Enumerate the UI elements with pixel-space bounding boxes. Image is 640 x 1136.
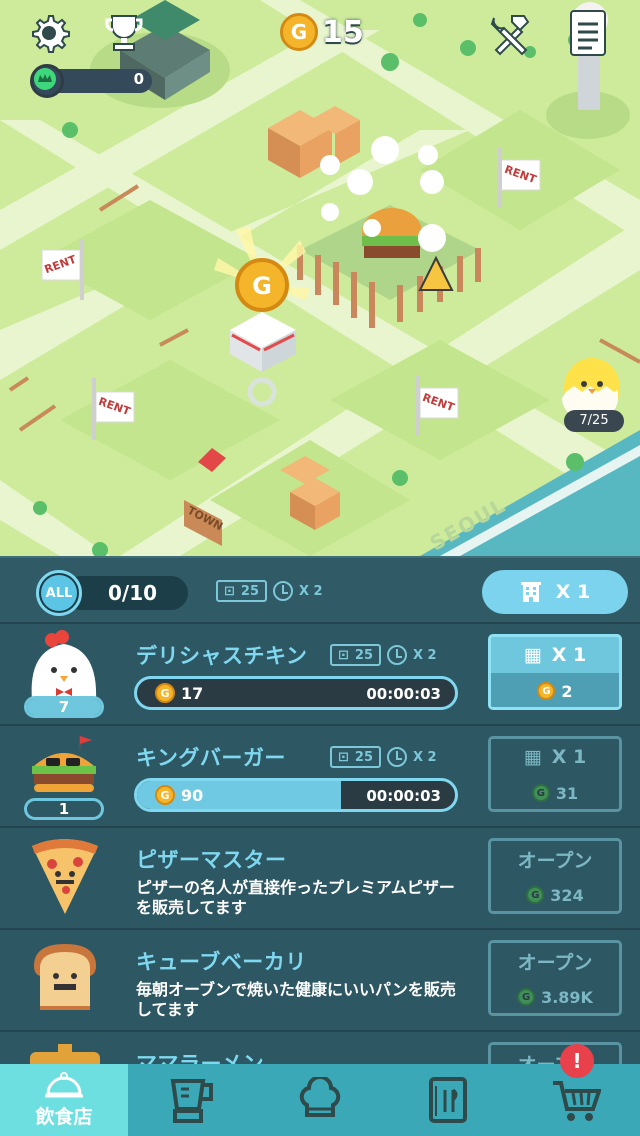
cloche-icon: [45, 1071, 83, 1097]
income-timer: 00:00:03: [366, 685, 441, 703]
income-progress-bar[interactable]: G 90 00:00:03: [134, 778, 458, 812]
level-badge: 7: [24, 696, 104, 718]
lock-stat: ⊡ 25: [330, 746, 381, 768]
restaurant-row-pizza[interactable]: ピザーマスター ピザーの名人が直接作ったプレミアムピザーを販売してます オープン…: [0, 828, 640, 930]
upgrade-button[interactable]: ▦ X 1 G 31: [488, 736, 622, 812]
lock-stat: ⊡ 25: [216, 580, 267, 602]
restaurant-name: キングバーガー: [136, 746, 286, 770]
multiplier-value: X 1: [555, 581, 591, 603]
egg-reward[interactable]: 7/25: [560, 356, 630, 432]
lock-stat: ⊡ 25: [330, 644, 381, 666]
coin-icon: G: [526, 886, 545, 904]
coin-icon: G: [517, 988, 536, 1006]
svg-text:G: G: [252, 272, 272, 300]
crown-icon: [30, 64, 64, 98]
lock-icon: ⊡: [224, 583, 235, 599]
tab-chef[interactable]: [256, 1064, 384, 1136]
settings-icon[interactable]: [28, 12, 72, 56]
coin-icon: G: [531, 784, 550, 802]
filter-bar: 0/10 ALL ⊡ 25 X 2 X 1: [0, 556, 640, 624]
open-button[interactable]: オープン G 3.89K: [488, 940, 622, 1016]
building-icon: ▦: [523, 644, 542, 666]
restaurant-stats: ⊡ 25 X 2: [330, 644, 437, 666]
lock-icon: ⊡: [338, 749, 349, 765]
chef-hat-icon: [299, 1077, 341, 1117]
build-tools-icon[interactable]: [488, 12, 536, 58]
coin-icon: G: [155, 683, 175, 703]
restaurant-stats: ⊡ 25 X 2: [330, 746, 437, 768]
open-button[interactable]: オープン G 324: [488, 838, 622, 914]
building-icon: ▦: [523, 746, 542, 768]
open-button[interactable]: オープン: [488, 1042, 622, 1064]
restaurant-row-chicken[interactable]: 7 デリシャスチキン ⊡ 25 X 2 G 17 00:00:03 ▦ X 1 G2: [0, 624, 640, 726]
restaurant-name: キューブベーカリ: [136, 950, 307, 974]
clock-icon: [387, 747, 407, 767]
upgrade-button[interactable]: ▦ X 1 G2: [488, 634, 622, 710]
speed-value: X 2: [413, 749, 437, 765]
tab-blender[interactable]: [128, 1064, 256, 1136]
speed-value: X 2: [299, 583, 323, 599]
all-label: ALL: [41, 575, 77, 611]
pizza-avatar-icon: [22, 834, 108, 918]
speed-value: X 2: [413, 647, 437, 663]
coin-icon: G: [155, 785, 175, 805]
income-value: 90: [181, 785, 204, 805]
chick-egg-icon: [562, 358, 620, 418]
city-map[interactable]: G RENT RENT RENT RENT TOWN SEOUL G 15 0 …: [0, 0, 640, 556]
building-icon: [520, 582, 541, 602]
restaurant-name: ピザーマスター: [136, 848, 287, 872]
income-timer: 00:00:03: [366, 787, 441, 805]
restaurant-row-ramen[interactable]: ママラーメン オープン: [0, 1032, 640, 1064]
all-progress-track: 0/10: [64, 576, 188, 610]
cart-icon: [553, 1081, 601, 1121]
income-value: 17: [181, 683, 204, 703]
restaurant-name: ママラーメン: [136, 1052, 265, 1064]
lock-value: 25: [240, 583, 259, 599]
blender-icon: [170, 1079, 213, 1123]
coin-icon: G: [537, 682, 556, 700]
crown-points: 0: [133, 70, 144, 88]
global-multiplier-button[interactable]: X 1: [482, 570, 628, 614]
egg-progress: 7/25: [564, 410, 624, 432]
level-badge: 1: [24, 798, 104, 820]
ramen-avatar-icon: [22, 1038, 108, 1064]
income-progress-bar[interactable]: G 17 00:00:03: [134, 676, 458, 710]
tab-menu[interactable]: [384, 1064, 512, 1136]
restaurant-row-bakery[interactable]: キューブベーカリ 毎朝オーブンで焼いた健康にいいパンを販売してます オープン G…: [0, 930, 640, 1032]
restaurant-panel: 0/10 ALL ⊡ 25 X 2 X 1 7 デリシャスチキン ⊡ 25 X …: [0, 556, 640, 1064]
restaurant-name: デリシャスチキン: [136, 644, 308, 668]
menu-book-icon: [429, 1077, 467, 1123]
shop-alert-badge[interactable]: !: [560, 1044, 594, 1078]
trophy-icon[interactable]: [104, 12, 148, 56]
coin-icon: G: [280, 13, 318, 51]
tab-label: 飲食店: [35, 1105, 93, 1128]
coin-balance: 15: [322, 14, 364, 50]
restaurant-row-burger[interactable]: 1 キングバーガー ⊡ 25 X 2 G 90 00:00:03 ▦ X 1 G 31: [0, 726, 640, 828]
clock-icon: [273, 581, 293, 601]
bread-avatar-icon: [22, 936, 108, 1020]
all-count: 0/10: [108, 581, 158, 605]
tab-restaurants[interactable]: 飲食店: [0, 1064, 128, 1136]
clock-icon: [387, 645, 407, 665]
restaurant-description: 毎朝オーブンで焼いた健康にいいパンを販売してます: [136, 980, 456, 1019]
bottom-tab-bar: 飲食店: [0, 1064, 640, 1136]
all-filter-button[interactable]: ALL: [36, 570, 82, 616]
coin-counter: G 15: [280, 10, 364, 54]
lock-icon: ⊡: [338, 647, 349, 663]
quest-list-icon[interactable]: [568, 8, 612, 60]
restaurant-description: ピザーの名人が直接作ったプレミアムピザーを販売してます: [136, 878, 455, 917]
filter-stats: ⊡ 25 X 2: [216, 580, 323, 602]
crown-progress-bar[interactable]: 0: [30, 64, 154, 98]
